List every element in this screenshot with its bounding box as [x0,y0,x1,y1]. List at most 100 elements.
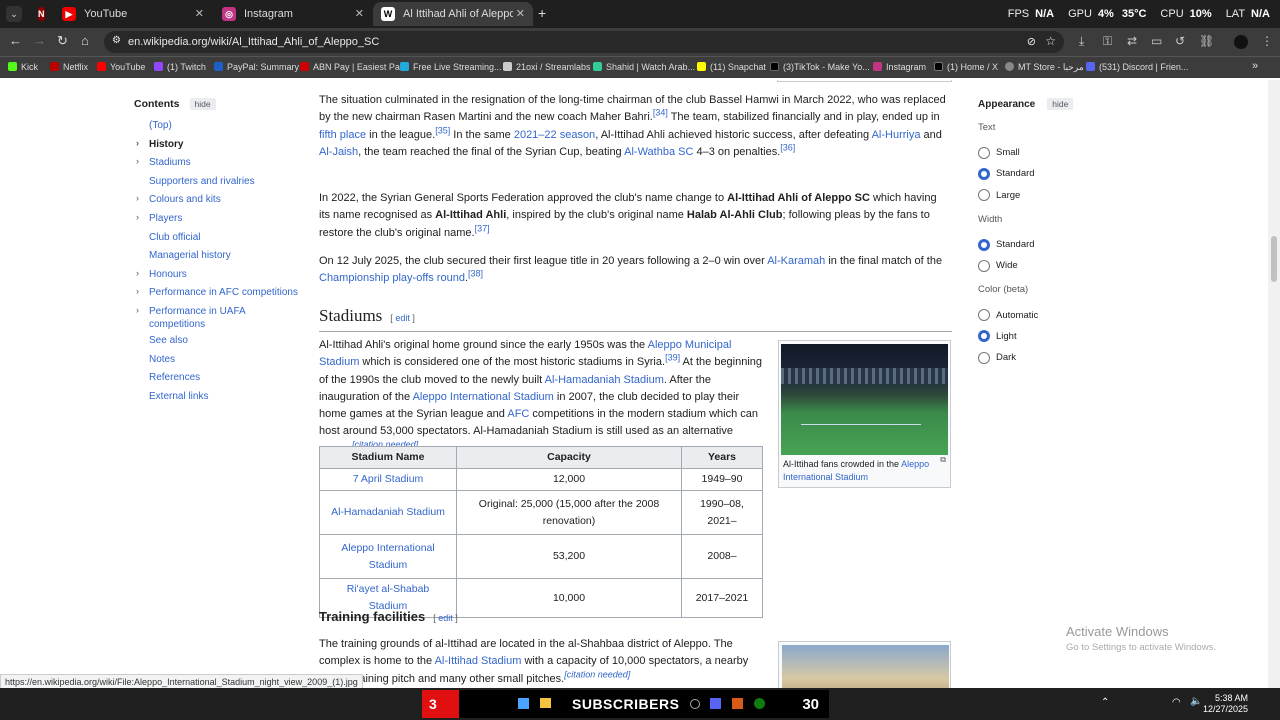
wifi-icon[interactable]: ◠ [1172,697,1181,708]
link-al-hurriya[interactable]: Al-Hurriya [872,129,921,141]
menu-icon[interactable]: ⋮ [1261,34,1273,48]
bookmark-youtube[interactable]: YouTube [97,62,145,72]
ref-link[interactable]: [39] [665,353,680,363]
ref-link[interactable]: [36] [780,142,795,152]
toc-item-stadiums[interactable]: › Stadiums [136,156,304,175]
link-season[interactable]: 2021–22 season [514,129,595,141]
appearance-hide-button[interactable]: hide [1047,98,1074,110]
bookmark-instagram[interactable]: Instagram [873,62,926,72]
link-al-wathba[interactable]: Al-Wathba SC [624,146,693,158]
width-wide-option[interactable]: Wide [978,255,1098,276]
chevron-right-icon[interactable]: › [136,137,139,150]
toc-item-managerial-history[interactable]: Managerial history [149,249,304,268]
tab-list-chevron-icon[interactable]: ⌄ [6,6,22,22]
chevron-right-icon[interactable]: › [136,155,139,168]
toc-item-references[interactable]: References [149,371,304,390]
link-ittihad-stadium[interactable]: Al-Ittihad Stadium [435,655,522,667]
tab-instagram[interactable]: ◎ Instagram ✕ [214,2,372,26]
edit-link[interactable]: edit [438,613,453,623]
link-international-stadium[interactable]: Aleppo International Stadium [413,391,554,403]
home-icon[interactable]: ⌂ [81,33,89,48]
radio-selected[interactable] [978,238,990,251]
chevron-right-icon[interactable]: › [136,285,139,298]
chevron-right-icon[interactable]: › [136,211,139,224]
password-icon[interactable]: ⚿ [1103,34,1112,49]
site-info-icon[interactable]: ⚙ [112,35,121,46]
toc-item-see-also[interactable]: See also [149,334,304,353]
forward-icon[interactable]: → [33,33,46,48]
bookmark-shahid[interactable]: Shahid | Watch Arab... [593,62,695,72]
bookmark-mtstore[interactable]: MT Store - مرحبا [1005,62,1084,73]
text-small-option[interactable]: Small [978,142,1098,163]
xbox-icon[interactable] [754,698,765,709]
bookmark-streamlabs[interactable]: 21oxi / Streamlabs [503,62,591,72]
stadium-link[interactable]: Al-Hamadaniah Stadium [331,506,445,518]
toc-item-notes[interactable]: Notes [149,353,304,372]
history-icon[interactable]: ↺ [1175,34,1185,48]
close-icon[interactable]: ✕ [355,7,364,20]
link-al-karamah[interactable]: Al-Karamah [767,255,825,267]
file-explorer-icon[interactable] [540,698,551,708]
ref-link[interactable]: [37] [475,223,490,233]
tab-netflix[interactable]: N [30,2,50,26]
ref-link[interactable]: [38] [468,269,483,279]
profile-avatar[interactable] [1234,35,1248,49]
chevron-right-icon[interactable]: › [136,267,139,280]
translate-icon[interactable]: ⇄ [1127,34,1137,48]
app-icon[interactable] [710,698,721,709]
chevron-right-icon[interactable]: › [136,192,139,205]
close-icon[interactable]: ✕ [516,7,525,20]
bookmark-twitch[interactable]: (1) Twitch [154,62,206,72]
link-afc[interactable]: AFC [507,408,529,420]
color-dark-option[interactable]: Dark [978,347,1098,368]
windows-start-icon[interactable] [518,698,529,709]
volume-icon[interactable]: 🔈 [1190,696,1202,707]
bookmark-free-streaming[interactable]: Free Live Streaming... [400,62,502,72]
color-light-option[interactable]: Light [978,326,1098,347]
toc-item-colours[interactable]: › Colours and kits [136,193,304,212]
card-icon[interactable]: ▭ [1151,34,1162,48]
radio[interactable] [978,259,990,272]
ref-link[interactable]: [34] [653,108,668,118]
toc-item-honours[interactable]: › Honours [136,268,304,287]
toc-item-history[interactable]: › History [136,138,304,157]
link-hamadaniah[interactable]: Al-Hamadaniah Stadium [545,374,664,386]
radio-selected[interactable] [978,167,990,180]
url-input[interactable]: ⚙ en.wikipedia.org/wiki/Al_Ittihad_Ahli_… [104,31,1064,53]
link-al-jaish[interactable]: Al-Jaish [319,146,358,158]
bookmark-snapchat[interactable]: (11) Snapchat [697,62,766,72]
radio[interactable] [978,351,990,364]
tab-wikipedia[interactable]: W Al Ittihad Ahli of Aleppo SC - W✕ [373,2,533,26]
toc-item-uafa[interactable]: › Performance in UAFA competitions [136,305,259,334]
stadium-link[interactable]: Aleppo International Stadium [341,542,434,571]
bookmark-tiktok[interactable]: (3)TikTok - Make Yo... [770,62,870,72]
radio-selected[interactable] [978,330,990,343]
radio[interactable] [978,146,990,159]
bookmark-kick[interactable]: Kick [8,62,38,72]
training-photo[interactable] [778,641,951,688]
bookmark-x[interactable]: (1) Home / X [934,62,998,72]
bookmark-discord[interactable]: (531) Discord | Frien... [1086,62,1188,72]
color-automatic-option[interactable]: Automatic [978,304,1098,325]
toc-item-players[interactable]: › Players [136,212,304,231]
link-championship[interactable]: Championship play-offs round [319,272,465,284]
toc-item-supporters[interactable]: Supporters and rivalries [149,175,304,194]
tray-chevron-icon[interactable]: ⌃ [1101,697,1109,708]
taskbar-clock[interactable]: 5:38 AM 12/27/2025 [1203,693,1248,715]
citation-needed-link[interactable]: [citation needed] [564,669,630,679]
radio[interactable] [978,309,990,322]
width-standard-option[interactable]: Standard [978,234,1098,255]
bookmark-paypal[interactable]: PayPal: Summary [214,62,299,72]
app-icon[interactable] [732,698,743,709]
chevron-right-icon[interactable]: › [136,304,139,317]
toc-hide-button[interactable]: hide [189,98,216,110]
stadium-photo[interactable] [781,344,948,455]
bookmark-star-icon[interactable]: ☆ [1045,34,1056,48]
text-large-option[interactable]: Large [978,185,1098,206]
download-icon[interactable]: ⤓ [1079,34,1084,49]
text-standard-option[interactable]: Standard [978,163,1098,184]
edit-link[interactable]: edit [395,313,410,323]
link-icon[interactable]: ⛓ [1199,34,1214,48]
toc-item-external-links[interactable]: External links [149,390,304,409]
toc-item-top[interactable]: (Top) [149,119,304,138]
